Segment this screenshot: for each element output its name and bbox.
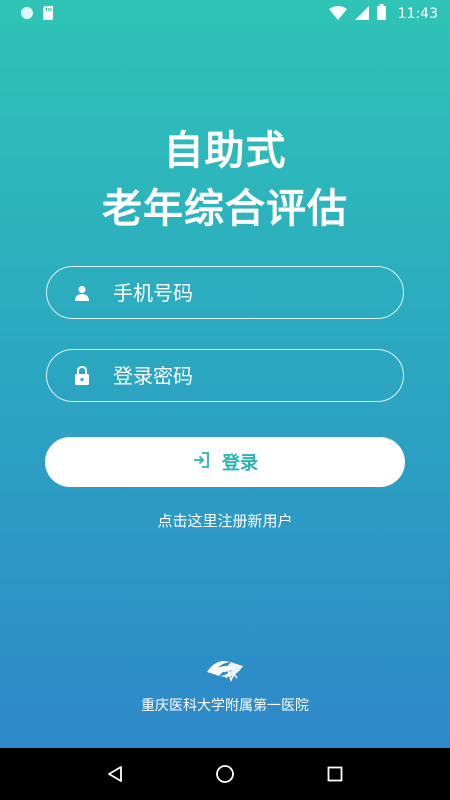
user-icon: [71, 282, 93, 304]
hospital-name: 重庆医科大学附属第一医院: [141, 698, 309, 714]
password-input[interactable]: [113, 363, 373, 388]
home-icon[interactable]: [213, 762, 237, 786]
phone-input[interactable]: [113, 280, 373, 305]
wifi-icon: [328, 5, 347, 24]
cell-signal-icon: [354, 5, 369, 24]
nav-bar: [0, 748, 450, 800]
phone-field[interactable]: [46, 266, 404, 319]
notification-dot-icon: [20, 5, 34, 24]
recents-icon[interactable]: [323, 762, 347, 786]
hospital-logo: [204, 654, 246, 684]
password-field[interactable]: [46, 349, 404, 402]
status-bar: 11:43: [0, 0, 450, 28]
login-label: 登录: [222, 453, 258, 474]
page-title: 自助式 老年综合评估: [0, 122, 450, 238]
status-right: 11:43: [328, 4, 438, 24]
title-line-2: 老年综合评估: [102, 186, 348, 232]
sd-card-icon: [42, 5, 54, 24]
title-line-1: 自助式: [163, 128, 287, 174]
login-icon: [192, 451, 210, 474]
login-screen: 11:43 自助式 老年综合评估 登录 点击这里注册新用户 重庆医科大学附属第一…: [0, 0, 450, 748]
status-time: 11:43: [397, 6, 438, 22]
register-link[interactable]: 点击这里注册新用户: [0, 510, 450, 531]
lock-icon: [71, 365, 93, 387]
login-button[interactable]: 登录: [45, 437, 405, 487]
back-icon[interactable]: [103, 762, 127, 786]
status-left: [20, 5, 54, 24]
battery-icon: [376, 4, 386, 24]
